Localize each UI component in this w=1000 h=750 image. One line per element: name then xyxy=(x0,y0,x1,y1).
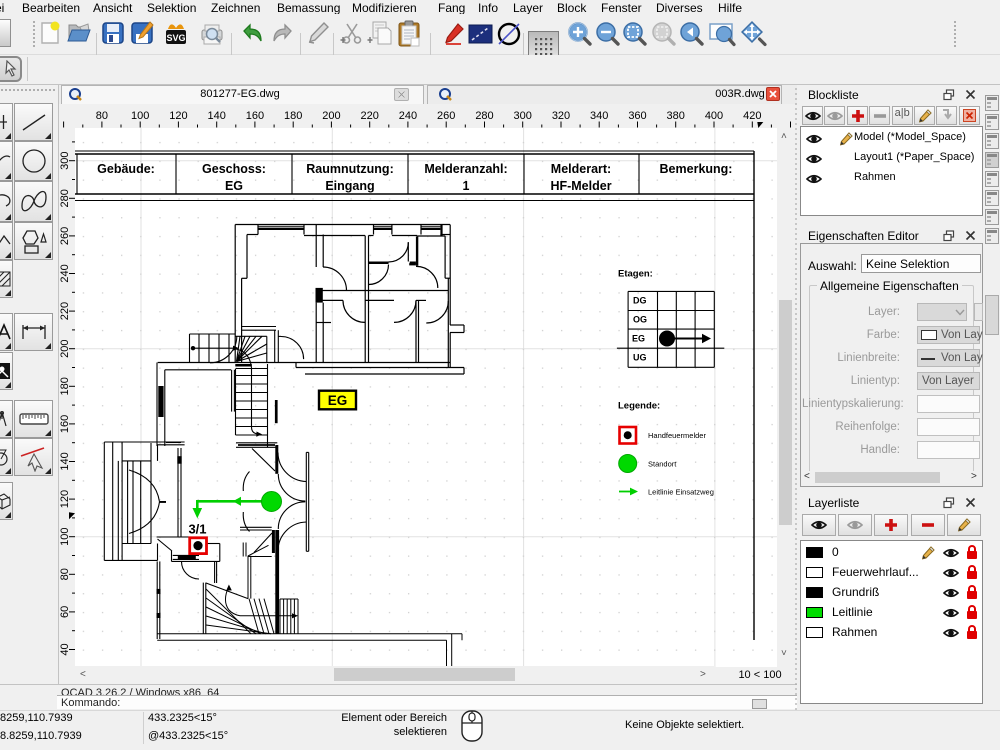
svg-text:200: 200 xyxy=(322,110,340,122)
svg-text:340: 340 xyxy=(590,110,608,122)
svg-text:240: 240 xyxy=(399,110,417,122)
svg-text:Leitlinie Einsatzweg: Leitlinie Einsatzweg xyxy=(648,488,714,497)
svg-text:Melderanzahl:: Melderanzahl: xyxy=(424,162,507,176)
svg-text:360: 360 xyxy=(628,110,646,122)
svg-text:Legende:: Legende: xyxy=(618,401,660,412)
svg-text:Standort: Standort xyxy=(648,460,677,469)
svg-text:EG: EG xyxy=(225,179,243,193)
svg-text:380: 380 xyxy=(667,110,685,122)
svg-text:Eingang: Eingang xyxy=(325,179,374,193)
svg-text:3/1: 3/1 xyxy=(188,522,206,537)
svg-text:EG: EG xyxy=(328,393,348,408)
svg-text:Gebäude:: Gebäude: xyxy=(97,162,155,176)
svg-text:280: 280 xyxy=(475,110,493,122)
svg-text:260: 260 xyxy=(437,110,455,122)
svg-text:Etagen:: Etagen: xyxy=(618,269,653,280)
svg-text:400: 400 xyxy=(705,110,723,122)
svg-text:300: 300 xyxy=(514,110,532,122)
svg-text:220: 220 xyxy=(361,110,379,122)
svg-text:Raumnutzung:: Raumnutzung: xyxy=(306,162,393,176)
svg-text:Handfeuermelder: Handfeuermelder xyxy=(648,431,706,440)
svg-text:1: 1 xyxy=(463,179,470,193)
svg-text:420: 420 xyxy=(743,110,761,122)
svg-text:160: 160 xyxy=(246,110,264,122)
svg-text:EG: EG xyxy=(632,334,645,344)
svg-text:OG: OG xyxy=(633,315,647,325)
svg-text:120: 120 xyxy=(169,110,187,122)
svg-text:320: 320 xyxy=(552,110,570,122)
svg-text:100: 100 xyxy=(131,110,149,122)
svg-text:Geschoss:: Geschoss: xyxy=(202,162,266,176)
svg-text:UG: UG xyxy=(633,353,647,363)
svg-text:DG: DG xyxy=(633,296,647,306)
svg-text:80: 80 xyxy=(96,110,108,122)
svg-text:180: 180 xyxy=(284,110,302,122)
svg-text:Bemerkung:: Bemerkung: xyxy=(660,162,733,176)
svg-text:HF-Melder: HF-Melder xyxy=(550,179,611,193)
svg-text:Melderart:: Melderart: xyxy=(551,162,611,176)
svg-text:140: 140 xyxy=(208,110,226,122)
